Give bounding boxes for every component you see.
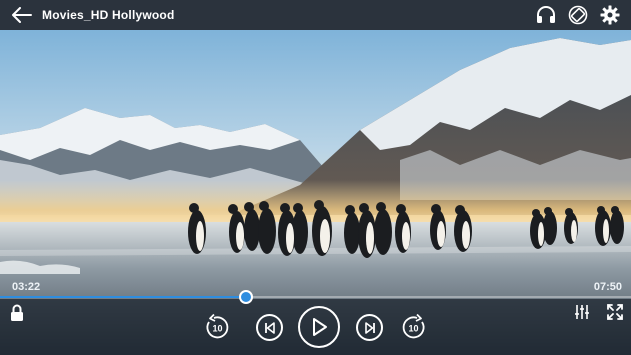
seek-bar-thumb[interactable] bbox=[239, 290, 253, 304]
arrow-left-icon bbox=[12, 7, 32, 23]
rotate-screen-icon bbox=[568, 5, 588, 25]
total-time: 07:50 bbox=[593, 281, 622, 293]
previous-track-icon bbox=[264, 321, 275, 334]
equalizer-icon bbox=[575, 305, 589, 319]
lock-icon bbox=[11, 304, 23, 321]
rotate-screen-button[interactable] bbox=[567, 4, 589, 26]
fullscreen-button[interactable] bbox=[605, 302, 625, 322]
video-title: Movies_HD Hollywood bbox=[42, 8, 175, 22]
equalizer-button[interactable] bbox=[572, 302, 592, 322]
seek-bar-progress bbox=[0, 296, 246, 298]
back-button[interactable] bbox=[10, 3, 34, 27]
forward-10-label: 10 bbox=[408, 324, 418, 334]
settings-button[interactable] bbox=[599, 4, 621, 26]
rewind-10-label: 10 bbox=[212, 324, 222, 334]
rewind-10-icon: 10 bbox=[206, 313, 229, 339]
controls-bar: 10 10 bbox=[0, 299, 631, 355]
forward-10-icon: 10 bbox=[402, 313, 425, 339]
lock-button[interactable] bbox=[6, 302, 28, 324]
next-button[interactable] bbox=[356, 314, 383, 341]
previous-button[interactable] bbox=[256, 314, 283, 341]
play-icon bbox=[313, 318, 327, 336]
gear-icon bbox=[600, 5, 620, 25]
next-track-icon bbox=[364, 321, 375, 334]
fullscreen-icon bbox=[607, 304, 623, 320]
headphones-icon bbox=[537, 6, 555, 23]
audio-button[interactable] bbox=[535, 4, 557, 26]
rewind-10-button[interactable]: 10 bbox=[203, 313, 231, 341]
forward-10-button[interactable]: 10 bbox=[400, 313, 428, 341]
play-button[interactable] bbox=[298, 306, 340, 348]
current-time: 03:22 bbox=[12, 281, 41, 293]
top-bar: Movies_HD Hollywood bbox=[0, 0, 631, 30]
